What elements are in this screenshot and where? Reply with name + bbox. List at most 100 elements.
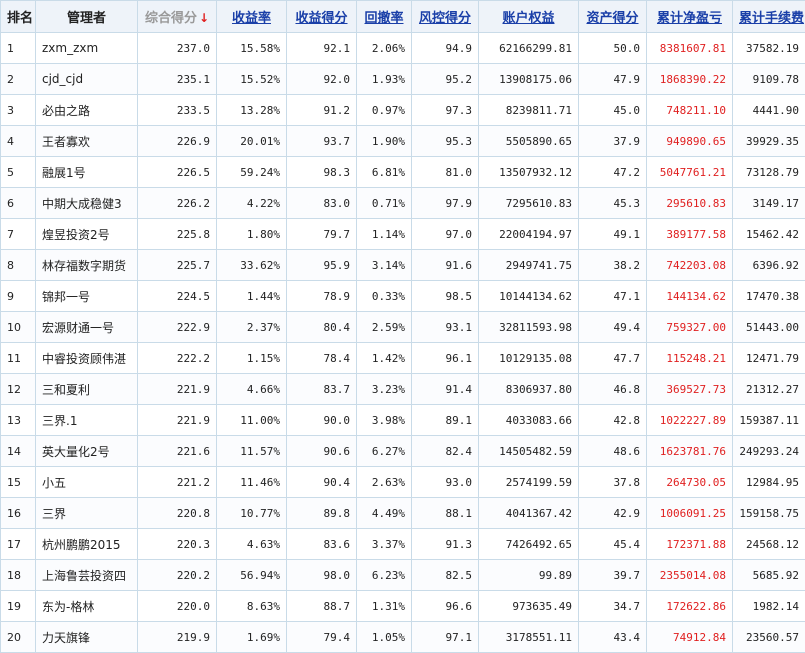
cell-drawdown: 0.71%	[357, 188, 412, 219]
cell-fees: 24568.12	[733, 529, 805, 560]
cell-net-pnl: 115248.21	[647, 343, 733, 374]
cell-net-pnl: 2355014.08	[647, 560, 733, 591]
cell-equity: 10144134.62	[479, 281, 579, 312]
cell-fees: 159387.11	[733, 405, 805, 436]
cell-composite: 222.9	[138, 312, 217, 343]
cell-composite: 224.5	[138, 281, 217, 312]
header-fees-link[interactable]: 累计手续费	[739, 11, 804, 26]
header-fees[interactable]: 累计手续费	[733, 1, 805, 33]
cell-return-score: 88.7	[287, 591, 357, 622]
cell-return-score: 78.9	[287, 281, 357, 312]
cell-net-pnl: 1623781.76	[647, 436, 733, 467]
cell-fees: 37582.19	[733, 33, 805, 64]
cell-composite: 220.3	[138, 529, 217, 560]
header-net-pnl-link[interactable]: 累计净盈亏	[657, 11, 722, 26]
cell-return-score: 90.6	[287, 436, 357, 467]
cell-return-rate: 13.28%	[217, 95, 287, 126]
cell-return-score: 91.2	[287, 95, 357, 126]
cell-drawdown: 0.97%	[357, 95, 412, 126]
header-asset-score-link[interactable]: 资产得分	[586, 11, 638, 26]
cell-return-rate: 1.44%	[217, 281, 287, 312]
cell-return-score: 79.4	[287, 622, 357, 653]
cell-manager: 林存福数字期货	[36, 250, 138, 281]
cell-return-score: 83.7	[287, 374, 357, 405]
cell-asset-score: 37.9	[579, 126, 647, 157]
cell-composite: 226.9	[138, 126, 217, 157]
cell-return-rate: 4.63%	[217, 529, 287, 560]
cell-return-rate: 10.77%	[217, 498, 287, 529]
header-return-rate[interactable]: 收益率	[217, 1, 287, 33]
cell-risk-score: 93.1	[412, 312, 479, 343]
cell-risk-score: 95.2	[412, 64, 479, 95]
header-equity[interactable]: 账户权益	[479, 1, 579, 33]
cell-net-pnl: 759327.00	[647, 312, 733, 343]
table-row: 15小五221.211.46%90.42.63%93.02574199.5937…	[1, 467, 805, 498]
header-return-score[interactable]: 收益得分	[287, 1, 357, 33]
cell-composite: 226.2	[138, 188, 217, 219]
cell-fees: 15462.42	[733, 219, 805, 250]
cell-equity: 14505482.59	[479, 436, 579, 467]
header-drawdown-link[interactable]: 回撤率	[364, 11, 403, 26]
cell-return-score: 98.0	[287, 560, 357, 591]
cell-composite: 219.9	[138, 622, 217, 653]
cell-equity: 3178551.11	[479, 622, 579, 653]
header-return-score-link[interactable]: 收益得分	[295, 11, 347, 26]
cell-rank: 4	[1, 126, 36, 157]
header-asset-score[interactable]: 资产得分	[579, 1, 647, 33]
header-drawdown[interactable]: 回撤率	[357, 1, 412, 33]
cell-drawdown: 1.42%	[357, 343, 412, 374]
cell-return-score: 83.0	[287, 188, 357, 219]
cell-return-rate: 56.94%	[217, 560, 287, 591]
header-risk-score-link[interactable]: 风控得分	[419, 11, 471, 26]
cell-rank: 18	[1, 560, 36, 591]
cell-net-pnl: 264730.05	[647, 467, 733, 498]
table-row: 19东为-格林220.08.63%88.71.31%96.6973635.493…	[1, 591, 805, 622]
cell-drawdown: 1.90%	[357, 126, 412, 157]
cell-fees: 3149.17	[733, 188, 805, 219]
cell-equity: 32811593.98	[479, 312, 579, 343]
cell-fees: 6396.92	[733, 250, 805, 281]
cell-fees: 39929.35	[733, 126, 805, 157]
table-row: 11中睿投资顾伟湛222.21.15%78.41.42%96.110129135…	[1, 343, 805, 374]
cell-manager: 杭州鹏鹏2015	[36, 529, 138, 560]
cell-asset-score: 49.4	[579, 312, 647, 343]
cell-net-pnl: 295610.83	[647, 188, 733, 219]
table-row: 17杭州鹏鹏2015220.34.63%83.63.37%91.37426492…	[1, 529, 805, 560]
cell-net-pnl: 748211.10	[647, 95, 733, 126]
cell-return-rate: 1.15%	[217, 343, 287, 374]
cell-equity: 99.89	[479, 560, 579, 591]
header-net-pnl[interactable]: 累计净盈亏	[647, 1, 733, 33]
cell-equity: 4033083.66	[479, 405, 579, 436]
cell-rank: 12	[1, 374, 36, 405]
header-risk-score[interactable]: 风控得分	[412, 1, 479, 33]
cell-equity: 13908175.06	[479, 64, 579, 95]
cell-fees: 12984.95	[733, 467, 805, 498]
table-row: 12三和夏利221.94.66%83.73.23%91.48306937.804…	[1, 374, 805, 405]
sort-desc-icon: ↓	[199, 11, 209, 25]
cell-risk-score: 82.4	[412, 436, 479, 467]
cell-return-rate: 2.37%	[217, 312, 287, 343]
cell-return-score: 80.4	[287, 312, 357, 343]
cell-manager: 英大量化2号	[36, 436, 138, 467]
header-return-rate-link[interactable]: 收益率	[232, 11, 271, 26]
cell-asset-score: 39.7	[579, 560, 647, 591]
cell-net-pnl: 1868390.22	[647, 64, 733, 95]
cell-composite: 225.7	[138, 250, 217, 281]
table-row: 2cjd_cjd235.115.52%92.01.93%95.213908175…	[1, 64, 805, 95]
cell-risk-score: 82.5	[412, 560, 479, 591]
header-composite-label[interactable]: 综合得分	[145, 11, 197, 26]
cell-manager: 三界.1	[36, 405, 138, 436]
cell-rank: 11	[1, 343, 36, 374]
cell-asset-score: 47.2	[579, 157, 647, 188]
cell-fees: 12471.79	[733, 343, 805, 374]
header-composite-score[interactable]: 综合得分↓	[138, 1, 217, 33]
cell-asset-score: 45.4	[579, 529, 647, 560]
cell-return-rate: 1.69%	[217, 622, 287, 653]
cell-equity: 973635.49	[479, 591, 579, 622]
cell-asset-score: 46.8	[579, 374, 647, 405]
cell-drawdown: 1.31%	[357, 591, 412, 622]
cell-asset-score: 50.0	[579, 33, 647, 64]
cell-fees: 9109.78	[733, 64, 805, 95]
header-equity-link[interactable]: 账户权益	[502, 11, 554, 26]
cell-manager: 必由之路	[36, 95, 138, 126]
